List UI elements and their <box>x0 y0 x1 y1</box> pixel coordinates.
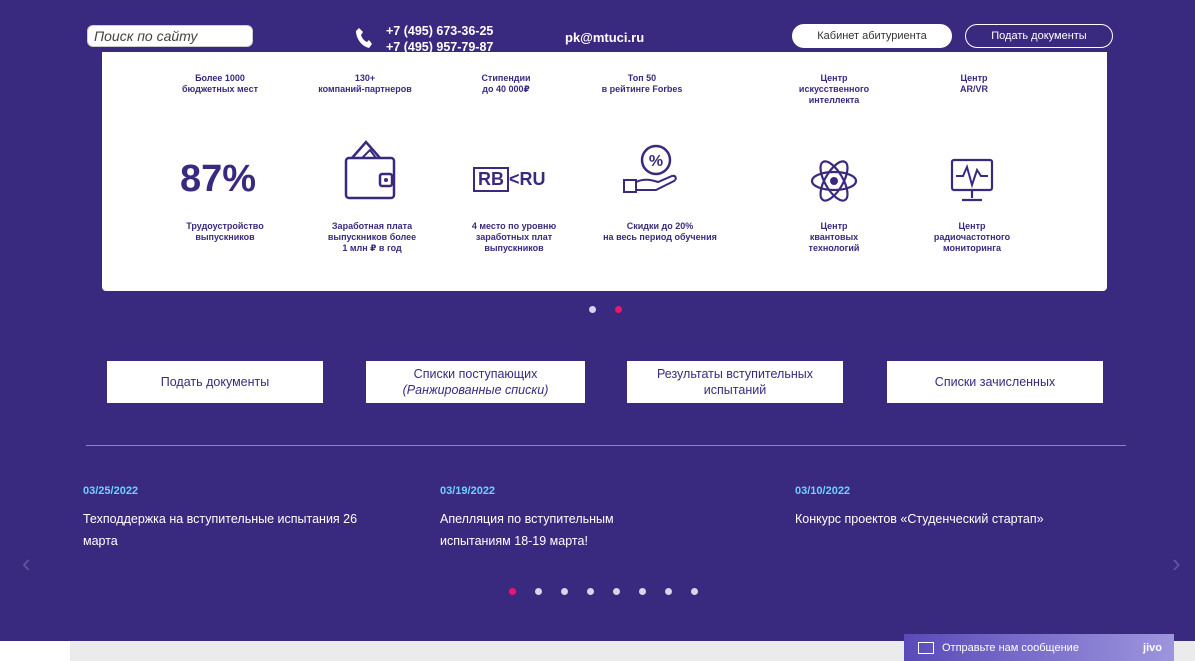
rbc-logo-ru: RU <box>519 168 546 189</box>
button-label: Списки зачисленных <box>934 375 1056 389</box>
employment-percent: 87% <box>180 158 257 200</box>
chevron-left-icon[interactable]: ‹ <box>22 548 31 579</box>
rbc-logo-rb: RB <box>473 166 509 192</box>
footer-area <box>0 641 70 661</box>
feature-partners: 130+ компаний-партнеров <box>295 73 435 95</box>
news-title-link[interactable]: Апелляция по вступительным испытаниям 18… <box>440 508 670 552</box>
exam-results-button[interactable]: Результаты вступительных испытаний <box>627 361 843 403</box>
news-pager-dot-active[interactable] <box>509 588 516 595</box>
feature-radio-center: Центр радиочастотного мониторинга <box>902 221 1042 254</box>
feature-line: Более 1000 <box>195 73 245 83</box>
feature-forbes: Топ 50 в рейтинге Forbes <box>572 73 712 95</box>
feature-arvr-center: Центр AR/VR <box>904 73 1044 95</box>
svg-text:%: % <box>649 153 663 170</box>
rbc-logo: RB < RU <box>473 164 553 194</box>
news-pager-dot[interactable] <box>613 588 620 595</box>
news-pager-dot[interactable] <box>665 588 672 595</box>
button-label: Списки поступающих <box>413 367 538 381</box>
chevron-right-icon[interactable]: › <box>1172 548 1181 579</box>
feature-line: 4 место по уровню <box>471 221 557 231</box>
news-date: 03/10/2022 <box>795 485 851 497</box>
chat-label: Отправьте нам сообщение <box>942 641 1079 654</box>
feature-line: 130+ <box>354 73 376 83</box>
news-pager-dot[interactable] <box>639 588 646 595</box>
monitor-signal-icon <box>950 158 994 202</box>
feature-budget-places: Более 1000 бюджетных мест <box>150 73 290 95</box>
atom-icon <box>810 160 858 202</box>
feature-rbc-rank: 4 место по уровню заработных плат выпуск… <box>444 221 584 254</box>
feature-line: интеллекта <box>808 95 860 105</box>
enrolled-lists-button[interactable]: Списки зачисленных <box>887 361 1103 403</box>
rbc-logo-bracket: < <box>509 168 520 189</box>
feature-line: Центр <box>958 221 986 231</box>
phone-numbers[interactable]: +7 (495) 673-36-25 +7 (495) 957-79-87 <box>386 23 493 55</box>
feature-ai-center: Центр искусственного интеллекта <box>764 73 904 106</box>
discount-hand-icon: % <box>623 144 677 193</box>
chat-widget-button[interactable]: Отправьте нам сообщение jivo <box>904 634 1174 661</box>
feature-line: заработных плат <box>475 232 553 242</box>
submit-documents-button[interactable]: Подать документы <box>107 361 323 403</box>
slider-dot[interactable] <box>589 306 596 313</box>
feature-line: в рейтинге Forbes <box>601 84 683 94</box>
feature-salary: Заработная плата выпускников более 1 млн… <box>302 221 442 254</box>
feature-line: выпускников более <box>327 232 417 242</box>
search-input[interactable]: Поиск по сайту <box>87 25 253 47</box>
feature-line: Центр <box>960 73 988 83</box>
wallet-icon <box>344 140 396 200</box>
button-sublabel: (Ранжированные списки) <box>402 383 549 397</box>
feature-line: до 40 000₽ <box>482 84 530 94</box>
applicant-lists-button[interactable]: Списки поступающих (Ранжированные списки… <box>366 361 585 403</box>
feature-line: выпускников <box>195 232 255 242</box>
news-title-link[interactable]: Техподдержка на вступительные испытания … <box>83 508 373 552</box>
news-pager-dot[interactable] <box>561 588 568 595</box>
slider-dot-active[interactable] <box>615 306 622 313</box>
feature-line: Топ 50 <box>627 73 657 83</box>
feature-line: Центр <box>820 73 848 83</box>
phone-1[interactable]: +7 (495) 673-36-25 <box>386 23 493 39</box>
feature-line: Центр <box>820 221 848 231</box>
envelope-icon <box>918 641 934 654</box>
feature-employment: Трудоустройство выпускников <box>155 221 295 243</box>
feature-line: искусственного <box>798 84 870 94</box>
feature-line: на весь период обучения <box>603 232 717 242</box>
divider <box>86 445 1126 446</box>
feature-line: Скидки до 20% <box>626 221 694 231</box>
button-label: Подать документы <box>160 375 270 389</box>
news-title-link[interactable]: Конкурс проектов «Студенческий стартап» <box>795 508 1045 530</box>
feature-scholarship: Стипендии до 40 000₽ <box>436 73 576 95</box>
feature-line: технологий <box>808 243 860 253</box>
feature-line: 1 млн ₽ в год <box>342 243 402 253</box>
feature-line: Заработная плата <box>331 221 413 231</box>
button-label: Результаты вступительных <box>657 367 813 381</box>
news-pager-dot[interactable] <box>691 588 698 595</box>
news-pager-dot[interactable] <box>587 588 594 595</box>
applicant-cabinet-button[interactable]: Кабинет абитуриента <box>792 24 952 48</box>
feature-line: квантовых <box>809 232 859 242</box>
feature-quantum-center: Центр квантовых технологий <box>764 221 904 254</box>
feature-line: Стипендии <box>481 73 531 83</box>
feature-line: бюджетных мест <box>182 84 258 94</box>
feature-line: Трудоустройство <box>186 221 264 231</box>
feature-line: компаний-партнеров <box>318 84 412 94</box>
news-pager-dot[interactable] <box>535 588 542 595</box>
button-sublabel: испытаний <box>703 383 767 397</box>
news-date: 03/19/2022 <box>440 485 496 497</box>
feature-line: выпускников <box>484 243 544 253</box>
header-submit-documents-button[interactable]: Подать документы <box>965 24 1113 48</box>
feature-line: AR/VR <box>959 84 988 94</box>
phone-icon <box>356 28 372 48</box>
news-date: 03/25/2022 <box>83 485 139 497</box>
feature-discount: Скидки до 20% на весь период обучения <box>580 221 740 243</box>
email-link[interactable]: pk@mtuci.ru <box>565 30 644 45</box>
feature-line: радиочастотного <box>933 232 1011 242</box>
feature-line: мониторинга <box>942 243 1001 253</box>
jivo-logo: jivo <box>1143 641 1162 654</box>
